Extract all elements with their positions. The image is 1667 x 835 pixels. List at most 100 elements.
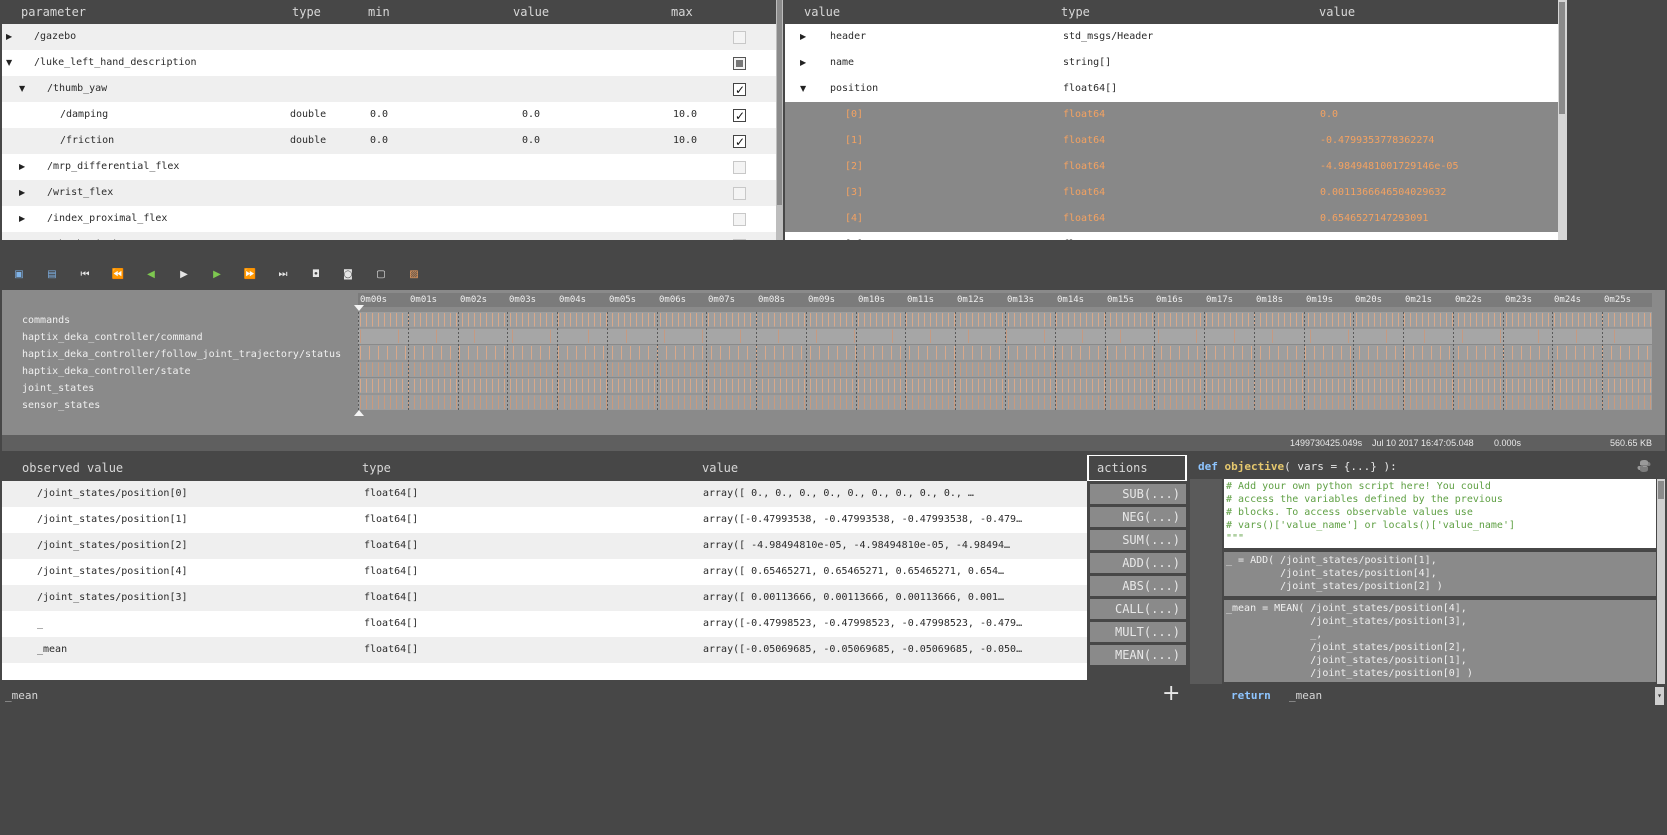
step-forward-button[interactable]: ▶: [209, 266, 225, 282]
col-parameter[interactable]: parameter: [21, 0, 86, 24]
message-row[interactable]: ▼ position float64[]: [785, 76, 1558, 102]
col-type[interactable]: type: [292, 0, 321, 24]
message-row[interactable]: ▶ name string[]: [785, 50, 1558, 76]
parameter-max[interactable]: 10.0: [673, 128, 697, 154]
parameter-min[interactable]: 0.0: [370, 102, 388, 128]
parameter-scroll-thumb[interactable]: [777, 0, 782, 205]
script-scroll-thumb[interactable]: [1658, 481, 1664, 499]
thumbnail-button[interactable]: ▨: [406, 266, 422, 282]
observed-row[interactable]: _ float64[] array([-0.47998523, -0.4799852…: [2, 611, 1087, 637]
parameter-row[interactable]: /damping double 0.0 0.0 10.0: [2, 102, 776, 129]
timeline-tracks[interactable]: [358, 312, 1652, 412]
expand-right-icon[interactable]: ▶: [19, 232, 25, 240]
observed-input[interactable]: _mean: [5, 689, 38, 702]
parameter-checkbox[interactable]: [733, 129, 746, 155]
rewind-button[interactable]: ⏪: [110, 266, 126, 282]
observed-row[interactable]: /joint_states/position[4] float64[] array(…: [2, 559, 1087, 585]
parameter-min[interactable]: 0.0: [370, 128, 388, 154]
message-row[interactable]: [0] float64 0.0: [785, 102, 1558, 128]
action-call-button[interactable]: CALL(...): [1090, 599, 1186, 619]
expand-right-icon[interactable]: ▶: [19, 154, 25, 180]
message-row[interactable]: [2] float64 -4.9849481001729146e-05: [785, 154, 1558, 180]
expand-right-icon[interactable]: ▶: [19, 180, 25, 206]
save-as-button[interactable]: ▤: [44, 266, 60, 282]
parameter-checkbox[interactable]: [733, 161, 746, 174]
col-msg-value2[interactable]: value: [1319, 0, 1355, 24]
topic-label[interactable]: haptix_deka_controller/state: [22, 366, 191, 377]
topic-label[interactable]: haptix_deka_controller/follow_joint_traj…: [22, 349, 341, 360]
col-observed-val[interactable]: value: [702, 455, 738, 481]
col-msg-value[interactable]: value: [804, 0, 840, 24]
parameter-checkbox[interactable]: [733, 57, 746, 70]
parameter-value[interactable]: 0.0: [522, 102, 540, 128]
parameter-row[interactable]: ▶ /index_proximal_flex: [2, 206, 776, 232]
action-mult-button[interactable]: MULT(...): [1090, 622, 1186, 642]
action-mean-button[interactable]: MEAN(...): [1090, 645, 1186, 665]
parameter-row[interactable]: /friction double 0.0 0.0 10.0: [2, 128, 776, 155]
script-scrollbar[interactable]: [1657, 479, 1665, 684]
return-dropdown-icon[interactable]: ▾: [1655, 687, 1664, 705]
parameter-max[interactable]: 10.0: [673, 102, 697, 128]
expand-down-icon[interactable]: ▼: [6, 50, 12, 76]
parameter-checkbox[interactable]: [733, 103, 746, 129]
message-row[interactable]: [5] float64 0.6545217633247375: [785, 232, 1558, 240]
zoom-out-button[interactable]: ◙: [340, 266, 356, 282]
action-neg-button[interactable]: NEG(...): [1090, 507, 1186, 527]
step-back-button[interactable]: ◀: [143, 266, 159, 282]
action-sub-button[interactable]: SUB(...): [1090, 484, 1186, 504]
action-sum-button[interactable]: SUM(...): [1090, 530, 1186, 550]
topic-label[interactable]: sensor_states: [22, 400, 100, 411]
col-value[interactable]: value: [513, 0, 549, 24]
playhead-marker-top[interactable]: [354, 305, 364, 311]
message-row[interactable]: [1] float64 -0.4799353778362274: [785, 128, 1558, 154]
parameter-row[interactable]: ▶ /wrist_flex: [2, 180, 776, 206]
save-button[interactable]: ▣: [11, 266, 27, 282]
parameter-row[interactable]: ▼ /luke_left_hand_description: [2, 50, 776, 76]
parameter-checkbox[interactable]: [733, 239, 746, 240]
col-msg-type[interactable]: type: [1061, 0, 1090, 24]
fast-forward-button[interactable]: ⏩: [242, 266, 258, 282]
parameter-value[interactable]: 0.0: [522, 128, 540, 154]
play-button[interactable]: ▶: [176, 266, 192, 282]
message-row[interactable]: ▶ header std_msgs/Header: [785, 24, 1558, 50]
expand-right-icon[interactable]: ▶: [800, 24, 806, 50]
col-min[interactable]: min: [368, 0, 390, 24]
message-row[interactable]: [3] float64 0.0011366646504029632: [785, 180, 1558, 206]
parameter-checkbox[interactable]: [733, 77, 746, 103]
observed-row[interactable]: /joint_states/position[3] float64[] array(…: [2, 585, 1087, 611]
message-row[interactable]: [4] float64 0.6546527147293091: [785, 206, 1558, 232]
playhead-marker-bottom[interactable]: [354, 410, 364, 416]
col-max[interactable]: max: [671, 0, 693, 24]
return-value[interactable]: _mean: [1289, 684, 1322, 708]
parameter-checkbox[interactable]: [733, 187, 746, 200]
col-observed-type[interactable]: type: [362, 455, 391, 481]
zoom-reset-button[interactable]: ▢: [373, 266, 389, 282]
action-add-button[interactable]: ADD(...): [1090, 553, 1186, 573]
topic-label[interactable]: commands: [22, 315, 70, 326]
zoom-in-button[interactable]: ◘: [308, 266, 324, 282]
topic-label[interactable]: haptix_deka_controller/command: [22, 332, 203, 343]
add-observable-button[interactable]: +: [1162, 681, 1180, 706]
observed-row[interactable]: /joint_states/position[1] float64[] array(…: [2, 507, 1087, 533]
observed-row[interactable]: /joint_states/position[0] float64[] array(…: [2, 481, 1087, 507]
expand-right-icon[interactable]: ▶: [19, 206, 25, 232]
parameter-row[interactable]: ▶ /mrp_differential_flex: [2, 154, 776, 180]
message-scroll-thumb[interactable]: [1559, 2, 1565, 114]
expand-right-icon[interactable]: ▶: [800, 50, 806, 76]
script-comment-block[interactable]: # Add your own python script here! You c…: [1224, 479, 1656, 548]
script-block-mean[interactable]: _mean = MEAN( /joint_states/position[4],…: [1224, 600, 1656, 682]
topic-label[interactable]: joint_states: [22, 383, 94, 394]
parameter-checkbox[interactable]: [733, 213, 746, 226]
expand-down-icon[interactable]: ▼: [800, 76, 806, 102]
script-block-add[interactable]: _ = ADD( /joint_states/position[1], /joi…: [1224, 552, 1656, 596]
parameter-row[interactable]: ▶ /gazebo: [2, 24, 776, 50]
parameter-row[interactable]: ▶ /thumb_pitch: [2, 232, 776, 240]
col-observed-value[interactable]: observed value: [22, 455, 123, 481]
skip-start-button[interactable]: ⏮: [77, 266, 93, 282]
parameter-checkbox[interactable]: [733, 31, 746, 44]
action-abs-button[interactable]: ABS(...): [1090, 576, 1186, 596]
expand-right-icon[interactable]: ▶: [6, 24, 12, 50]
observed-row[interactable]: /joint_states/position[2] float64[] array(…: [2, 533, 1087, 559]
expand-down-icon[interactable]: ▼: [19, 76, 25, 102]
parameter-row[interactable]: ▼ /thumb_yaw: [2, 76, 776, 103]
